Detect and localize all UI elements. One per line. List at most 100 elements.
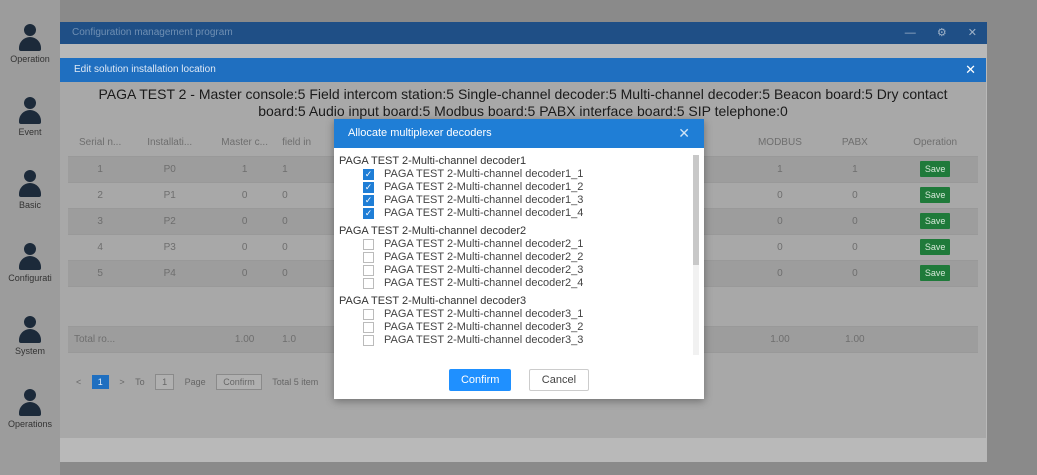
decoder-option-label: PAGA TEST 2-Multi-channel decoder1_4 [384, 207, 584, 219]
next-page-button[interactable]: > [119, 377, 124, 387]
decoder-option[interactable]: PAGA TEST 2-Multi-channel decoder3_2 [339, 321, 694, 334]
column-header[interactable]: Master c... [207, 130, 283, 157]
save-button[interactable]: Save [919, 265, 951, 281]
cell: 0 [742, 182, 818, 209]
checkbox-checked[interactable]: ✓ [363, 169, 374, 180]
decoder-option-label: PAGA TEST 2-Multi-channel decoder2_4 [384, 277, 584, 289]
cell: P1 [132, 182, 208, 209]
decoder-option[interactable]: PAGA TEST 2-Multi-channel decoder3_1 [339, 308, 694, 321]
close-icon[interactable]: ✕ [965, 58, 976, 82]
user-icon [18, 243, 42, 271]
save-button[interactable]: Save [919, 161, 951, 177]
confirm-button[interactable]: Confirm [448, 369, 512, 391]
checkbox[interactable] [363, 335, 374, 346]
decoder-option-label: PAGA TEST 2-Multi-channel decoder2_2 [384, 251, 584, 263]
decoder-option[interactable]: ✓ PAGA TEST 2-Multi-channel decoder1_4 [339, 207, 694, 220]
save-button[interactable]: Save [919, 239, 951, 255]
sidebar-item-label: Operation [10, 54, 50, 64]
cell: 1.00 [207, 326, 283, 353]
decoder-group-title: PAGA TEST 2-Multi-channel decoder2 [339, 225, 527, 237]
decoder-option[interactable]: PAGA TEST 2-Multi-channel decoder2_3 [339, 264, 694, 277]
decoder-option-label: PAGA TEST 2-Multi-channel decoder2_3 [384, 264, 584, 276]
cell: 5 [68, 260, 133, 287]
modal-title: Allocate multiplexer decoders [348, 127, 492, 139]
cancel-button[interactable]: Cancel [528, 369, 590, 391]
sidebar-item-operation[interactable]: Operation [0, 14, 60, 74]
column-header[interactable]: PABX [817, 130, 893, 157]
scrollbar-thumb[interactable] [693, 155, 699, 265]
scrollbar[interactable] [693, 155, 699, 355]
cell: P4 [132, 260, 208, 287]
save-button[interactable]: Save [919, 187, 951, 203]
decoder-option-label: PAGA TEST 2-Multi-channel decoder1_2 [384, 181, 584, 193]
decoder-list[interactable]: PAGA TEST 2-Multi-channel decoder1 ✓ PAGA… [334, 155, 694, 355]
decoder-option[interactable]: PAGA TEST 2-Multi-channel decoder2_4 [339, 277, 694, 290]
column-header[interactable]: Operation [892, 130, 978, 157]
user-icon [18, 389, 42, 417]
decoder-option[interactable]: PAGA TEST 2-Multi-channel decoder3_3 [339, 334, 694, 347]
sidebar-item-basic[interactable]: Basic [0, 160, 60, 220]
minimize-icon[interactable]: — [905, 27, 916, 39]
decoder-option-label: PAGA TEST 2-Multi-channel decoder1_3 [384, 194, 584, 206]
cell: Save [892, 182, 978, 209]
pagination: < 1 > To 1 Page Confirm Total 5 item [76, 374, 326, 390]
checkbox[interactable] [363, 322, 374, 333]
user-icon [18, 24, 42, 52]
cell: 2 [68, 182, 133, 209]
cell: 0 [742, 234, 818, 261]
checkbox-checked[interactable]: ✓ [363, 195, 374, 206]
checkbox[interactable] [363, 252, 374, 263]
sidebar-item-event[interactable]: Event [0, 87, 60, 147]
sidebar-item-configuration[interactable]: Configurati [0, 233, 60, 293]
page-number-input[interactable]: 1 [155, 374, 175, 390]
cell: Save [892, 208, 978, 235]
checkbox[interactable] [363, 278, 374, 289]
close-icon[interactable]: ✕ [678, 119, 690, 148]
cell: 1.00 [742, 326, 818, 353]
checkbox-checked[interactable]: ✓ [363, 182, 374, 193]
checkbox-checked[interactable]: ✓ [363, 208, 374, 219]
checkbox[interactable] [363, 239, 374, 250]
cell: 3 [68, 208, 133, 235]
checkbox[interactable] [363, 265, 374, 276]
cell: Total ro... [68, 326, 133, 353]
sidebar: Operation Event Basic Configurati System… [0, 0, 60, 475]
column-header[interactable]: Installati... [132, 130, 208, 157]
sidebar-item-operations[interactable]: Operations [0, 379, 60, 439]
cell [892, 326, 978, 353]
to-label: To [135, 377, 145, 387]
cell: 0 [207, 234, 283, 261]
decoder-option-label: PAGA TEST 2-Multi-channel decoder3_3 [384, 334, 584, 346]
cell: 0 [817, 182, 893, 209]
sidebar-item-label: System [14, 346, 45, 356]
page-label: Page [184, 377, 206, 387]
page-confirm-button[interactable]: Confirm [216, 374, 262, 390]
decoder-option[interactable]: ✓ PAGA TEST 2-Multi-channel decoder1_2 [339, 181, 694, 194]
column-header[interactable]: Serial n... [68, 130, 133, 157]
cell: P3 [132, 234, 208, 261]
decoder-option-label: PAGA TEST 2-Multi-channel decoder1_1 [384, 168, 584, 180]
user-icon [18, 97, 42, 125]
decoder-option[interactable]: PAGA TEST 2-Multi-channel decoder2_2 [339, 251, 694, 264]
window-title: Configuration management program [72, 27, 233, 38]
save-button[interactable]: Save [919, 213, 951, 229]
cell: 1 [68, 156, 133, 183]
window-titlebar: Configuration management program — ⚙ ✕ [60, 22, 987, 44]
settings-icon[interactable]: ⚙ [937, 27, 947, 39]
decoder-group-title: PAGA TEST 2-Multi-channel decoder3 [339, 295, 527, 307]
decoder-option[interactable]: ✓ PAGA TEST 2-Multi-channel decoder1_1 [339, 168, 694, 181]
cell: 0 [207, 182, 283, 209]
decoder-option-label: PAGA TEST 2-Multi-channel decoder3_2 [384, 321, 584, 333]
sidebar-item-system[interactable]: System [0, 306, 60, 366]
checkbox[interactable] [363, 309, 374, 320]
cell: 0 [207, 208, 283, 235]
close-icon[interactable]: ✕ [968, 27, 977, 39]
cell: Save [892, 234, 978, 261]
decoder-option[interactable]: ✓ PAGA TEST 2-Multi-channel decoder1_3 [339, 194, 694, 207]
sidebar-item-label: Event [18, 127, 42, 137]
prev-page-button[interactable]: < [76, 377, 81, 387]
decoder-option[interactable]: PAGA TEST 2-Multi-channel decoder2_1 [339, 238, 694, 251]
sidebar-item-label: Configurati [8, 273, 52, 283]
current-page-button[interactable]: 1 [91, 375, 109, 389]
column-header[interactable]: MODBUS [742, 130, 818, 157]
